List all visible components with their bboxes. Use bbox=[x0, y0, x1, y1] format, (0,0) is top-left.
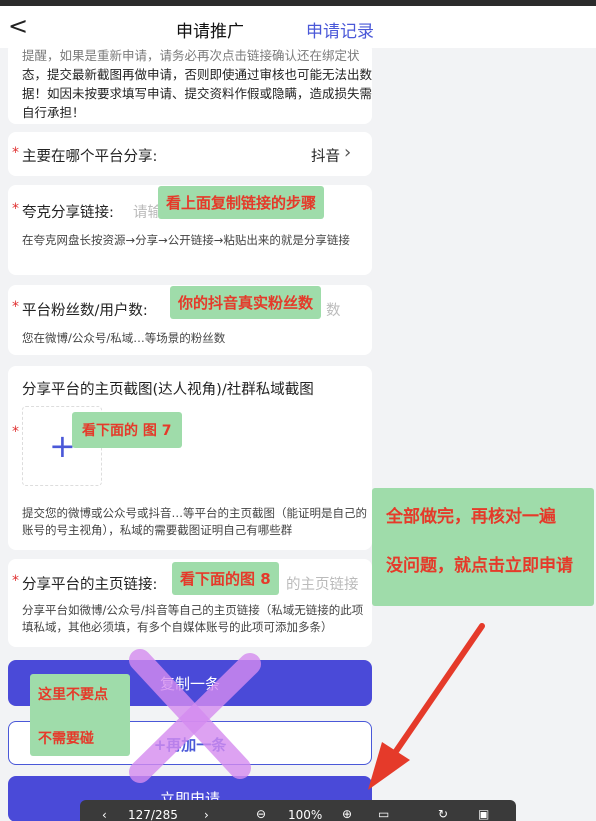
zoom-in-icon[interactable]: ⊕ bbox=[342, 807, 352, 821]
rotate-icon[interactable]: ↻ bbox=[438, 807, 448, 821]
arrow-head bbox=[368, 742, 410, 790]
page-indicator: 127/285 bbox=[128, 808, 178, 821]
zoom-out-icon[interactable]: ⊖ bbox=[256, 807, 266, 821]
annotation-overlay bbox=[129, 623, 485, 790]
viewer-toolbar: ‹ 127/285 › ⊖ 100% ⊕ ▭ ↻ ▣ bbox=[80, 800, 516, 821]
records-link[interactable]: 申请记录 bbox=[306, 17, 374, 42]
form-content: 提醒，如果是重新申请，请务必再次点击链接确认还在绑定状 态，提交最新截图再做申请… bbox=[0, 42, 596, 821]
zoom-level: 100% bbox=[288, 808, 323, 821]
chevron-right-icon[interactable]: › bbox=[204, 808, 209, 821]
arrow-line bbox=[387, 623, 485, 763]
fit-page-icon[interactable]: ▭ bbox=[378, 807, 389, 821]
chevron-left-icon[interactable]: ‹ bbox=[102, 808, 107, 821]
layout-icon[interactable]: ▣ bbox=[478, 807, 489, 821]
